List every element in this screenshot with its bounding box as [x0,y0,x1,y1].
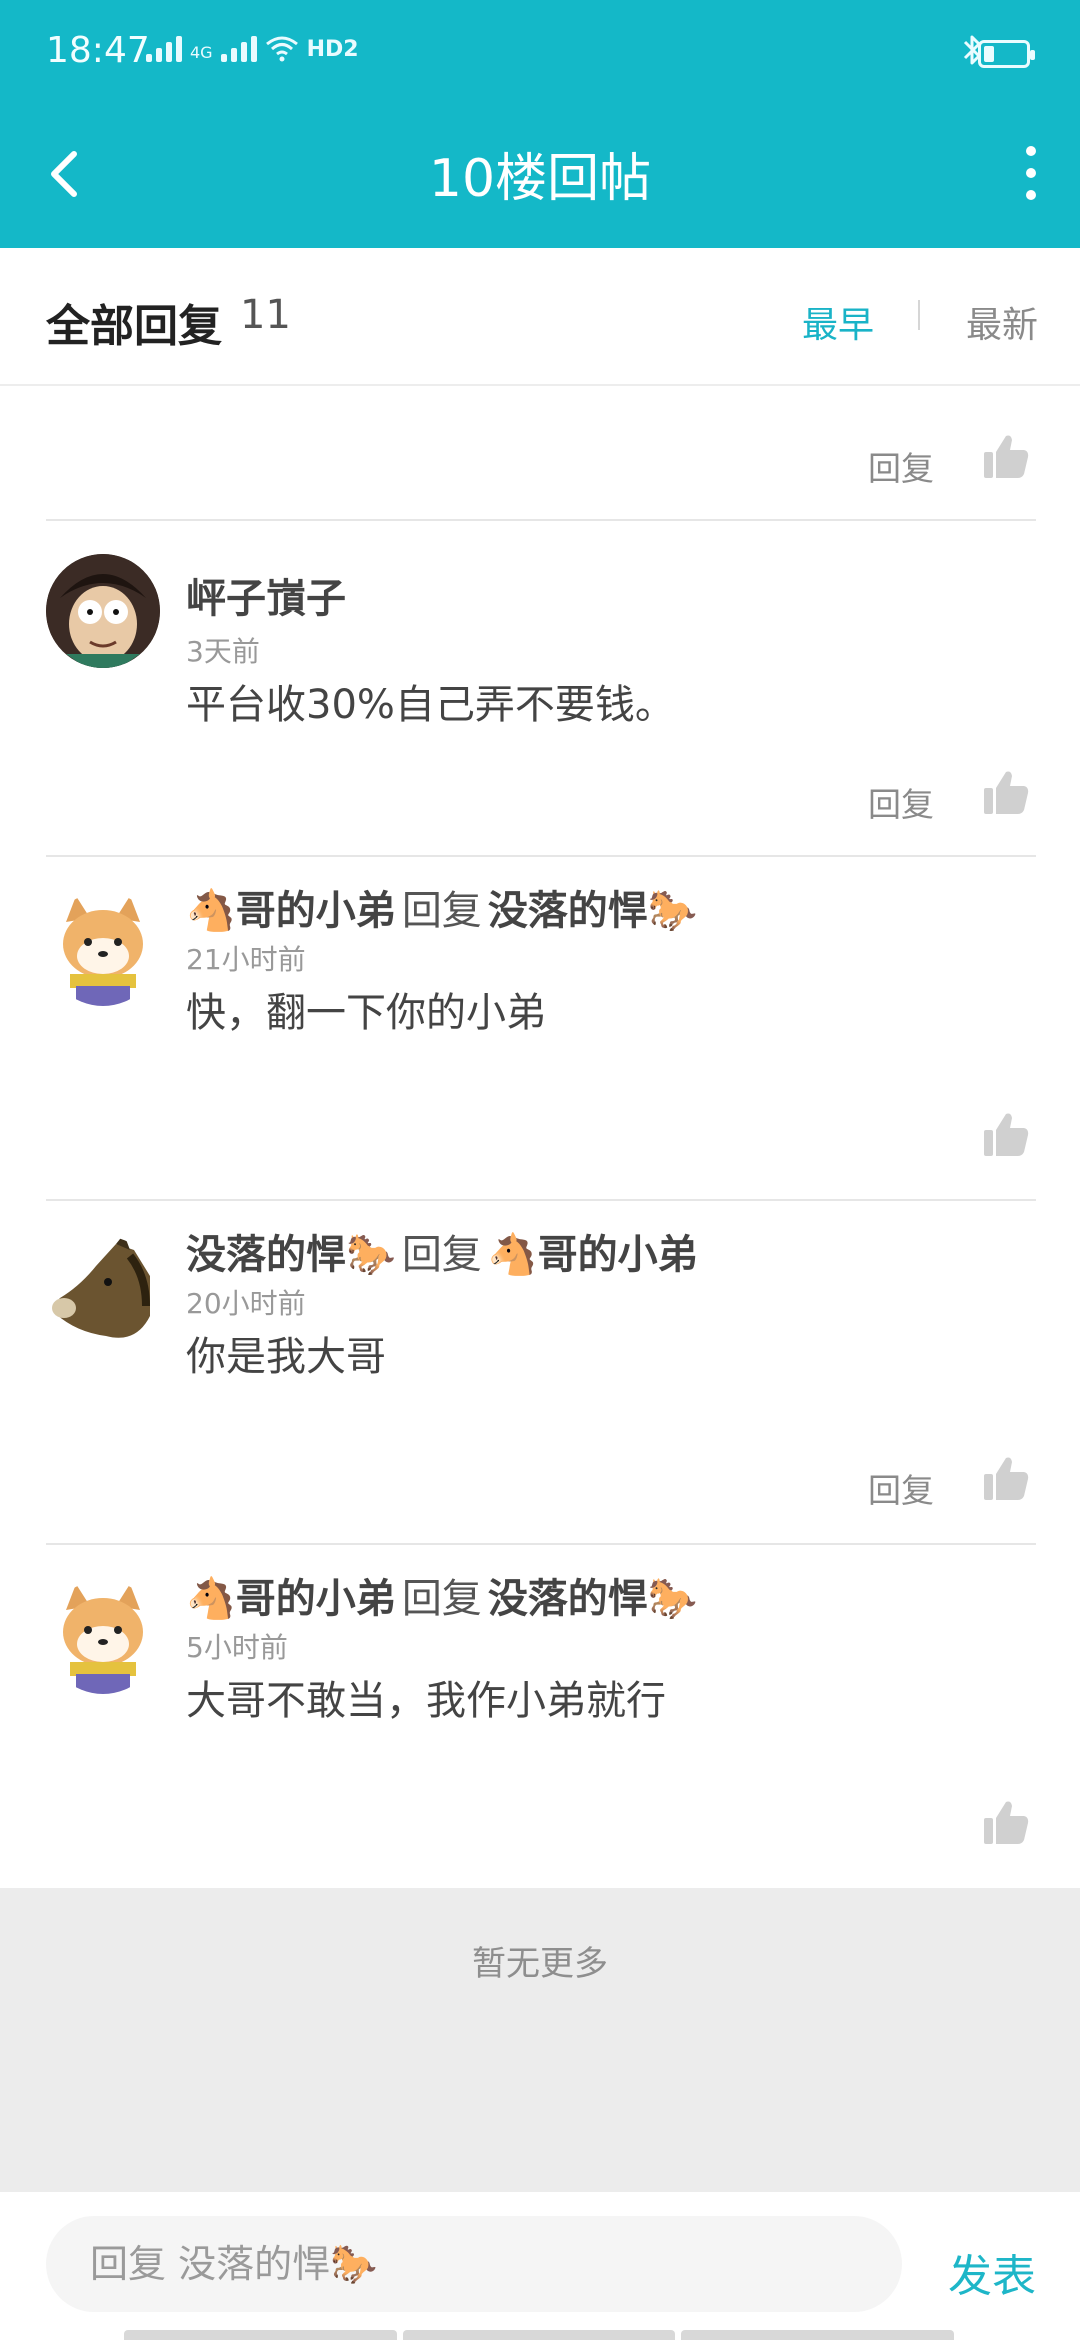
sort-earliest-tab[interactable]: 最早 [802,296,874,348]
status-bar: 18:47 4G HD2 [0,0,1080,108]
reply-to-label: 回复 [401,1232,482,1278]
avatar-image [63,896,143,1006]
comment-text: 大哥不敢当，我作小弟就行 [186,1678,666,1724]
network-label: 4G [190,43,213,62]
more-vertical-icon[interactable] [1016,138,1046,208]
comment-text: 你是我大哥 [186,1334,386,1380]
reply-button[interactable]: 回复 [868,1464,934,1512]
hd-label: HD2 [306,37,359,62]
comment-author-line: 没落的悍🐎 回复 🐴哥的小弟 [186,1222,698,1280]
comment-item: 🐴哥的小弟 回复 没落的悍🐎 21小时前 快，翻一下你的小弟 [0,856,1080,1200]
thumbs-up-icon[interactable] [982,1798,1030,1846]
publish-button[interactable]: 发表 [948,2240,1036,2304]
avatar-image [52,1236,150,1338]
avatar[interactable] [46,554,160,668]
avatar-image [46,554,160,668]
avatar[interactable] [46,892,160,1006]
reply-target-name[interactable]: 🐴哥的小弟 [488,1232,698,1278]
thumbs-up-icon[interactable] [982,432,1030,480]
reply-target-name[interactable]: 没落的悍🐎 [488,888,698,934]
wifi-icon [265,36,298,62]
battery-icon [978,40,1035,68]
thumbs-up-icon[interactable] [982,768,1030,816]
comment-author-line: 🐴哥的小弟 回复 没落的悍🐎 [186,878,698,936]
reply-button[interactable]: 回复 [868,778,934,826]
signal-icon-2 [220,34,257,62]
signal-icon [146,34,182,62]
battery-level [984,46,994,62]
sort-divider [918,300,920,330]
status-time: 18:47 [46,30,150,71]
no-more-text: 暂无更多 [472,1944,608,1984]
reply-count: 11 [240,292,291,338]
comment-time: 20小时前 [186,1287,306,1320]
all-replies-label: 全部回复 [46,301,222,352]
nav-bar: 10楼回帖 [0,108,1080,248]
author-name[interactable]: 没落的悍🐎 [186,1232,396,1278]
reply-input-bar: 发表 [0,2192,1080,2340]
signal-icons: 4G HD2 [146,34,359,62]
comment-author-line: 岼子嵿子 [186,566,346,624]
comment-time: 21小时前 [186,943,306,976]
sort-newest-tab[interactable]: 最新 [966,296,1038,348]
comment-text: 平台收30%自己弄不要钱。 [186,682,675,728]
comment-author-line: 🐴哥的小弟 回复 没落的悍🐎 [186,1566,698,1624]
author-name[interactable]: 🐴哥的小弟 [186,888,396,934]
comment-item: 🐴哥的小弟 回复 没落的悍🐎 5小时前 大哥不敢当，我作小弟就行 [0,1544,1080,1888]
avatar-image [63,1584,143,1694]
app-header: 18:47 4G HD2 10楼回帖 [0,0,1080,248]
comment-time: 5小时前 [186,1631,288,1664]
reply-button[interactable]: 回复 [868,442,934,490]
reply-to-label: 回复 [401,1576,482,1622]
author-name[interactable]: 🐴哥的小弟 [186,1576,396,1622]
page-title: 10楼回帖 [428,149,652,209]
author-name[interactable]: 岼子嵿子 [186,576,346,622]
comment-item: 没落的悍🐎 回复 🐴哥的小弟 20小时前 你是我大哥 回复 [0,1200,1080,1544]
avatar[interactable] [46,1580,160,1694]
thumbs-up-icon[interactable] [982,1110,1030,1158]
avatar[interactable] [46,1236,160,1350]
thumbs-up-icon[interactable] [982,1454,1030,1502]
comment-item: 岼子嵿子 3天前 平台收30%自己弄不要钱。 回复 [0,520,1080,856]
comment-text: 快，翻一下你的小弟 [186,990,546,1036]
reply-target-name[interactable]: 没落的悍🐎 [488,1576,698,1622]
reply-input[interactable] [46,2216,902,2312]
no-more-section: 暂无更多 [0,1888,1080,2192]
reply-to-label: 回复 [401,888,482,934]
comment-time: 3天前 [186,635,260,668]
reply-filter-bar: 全部回复 11 最早 最新 [0,248,1080,386]
keyboard-edge [124,2330,955,2340]
